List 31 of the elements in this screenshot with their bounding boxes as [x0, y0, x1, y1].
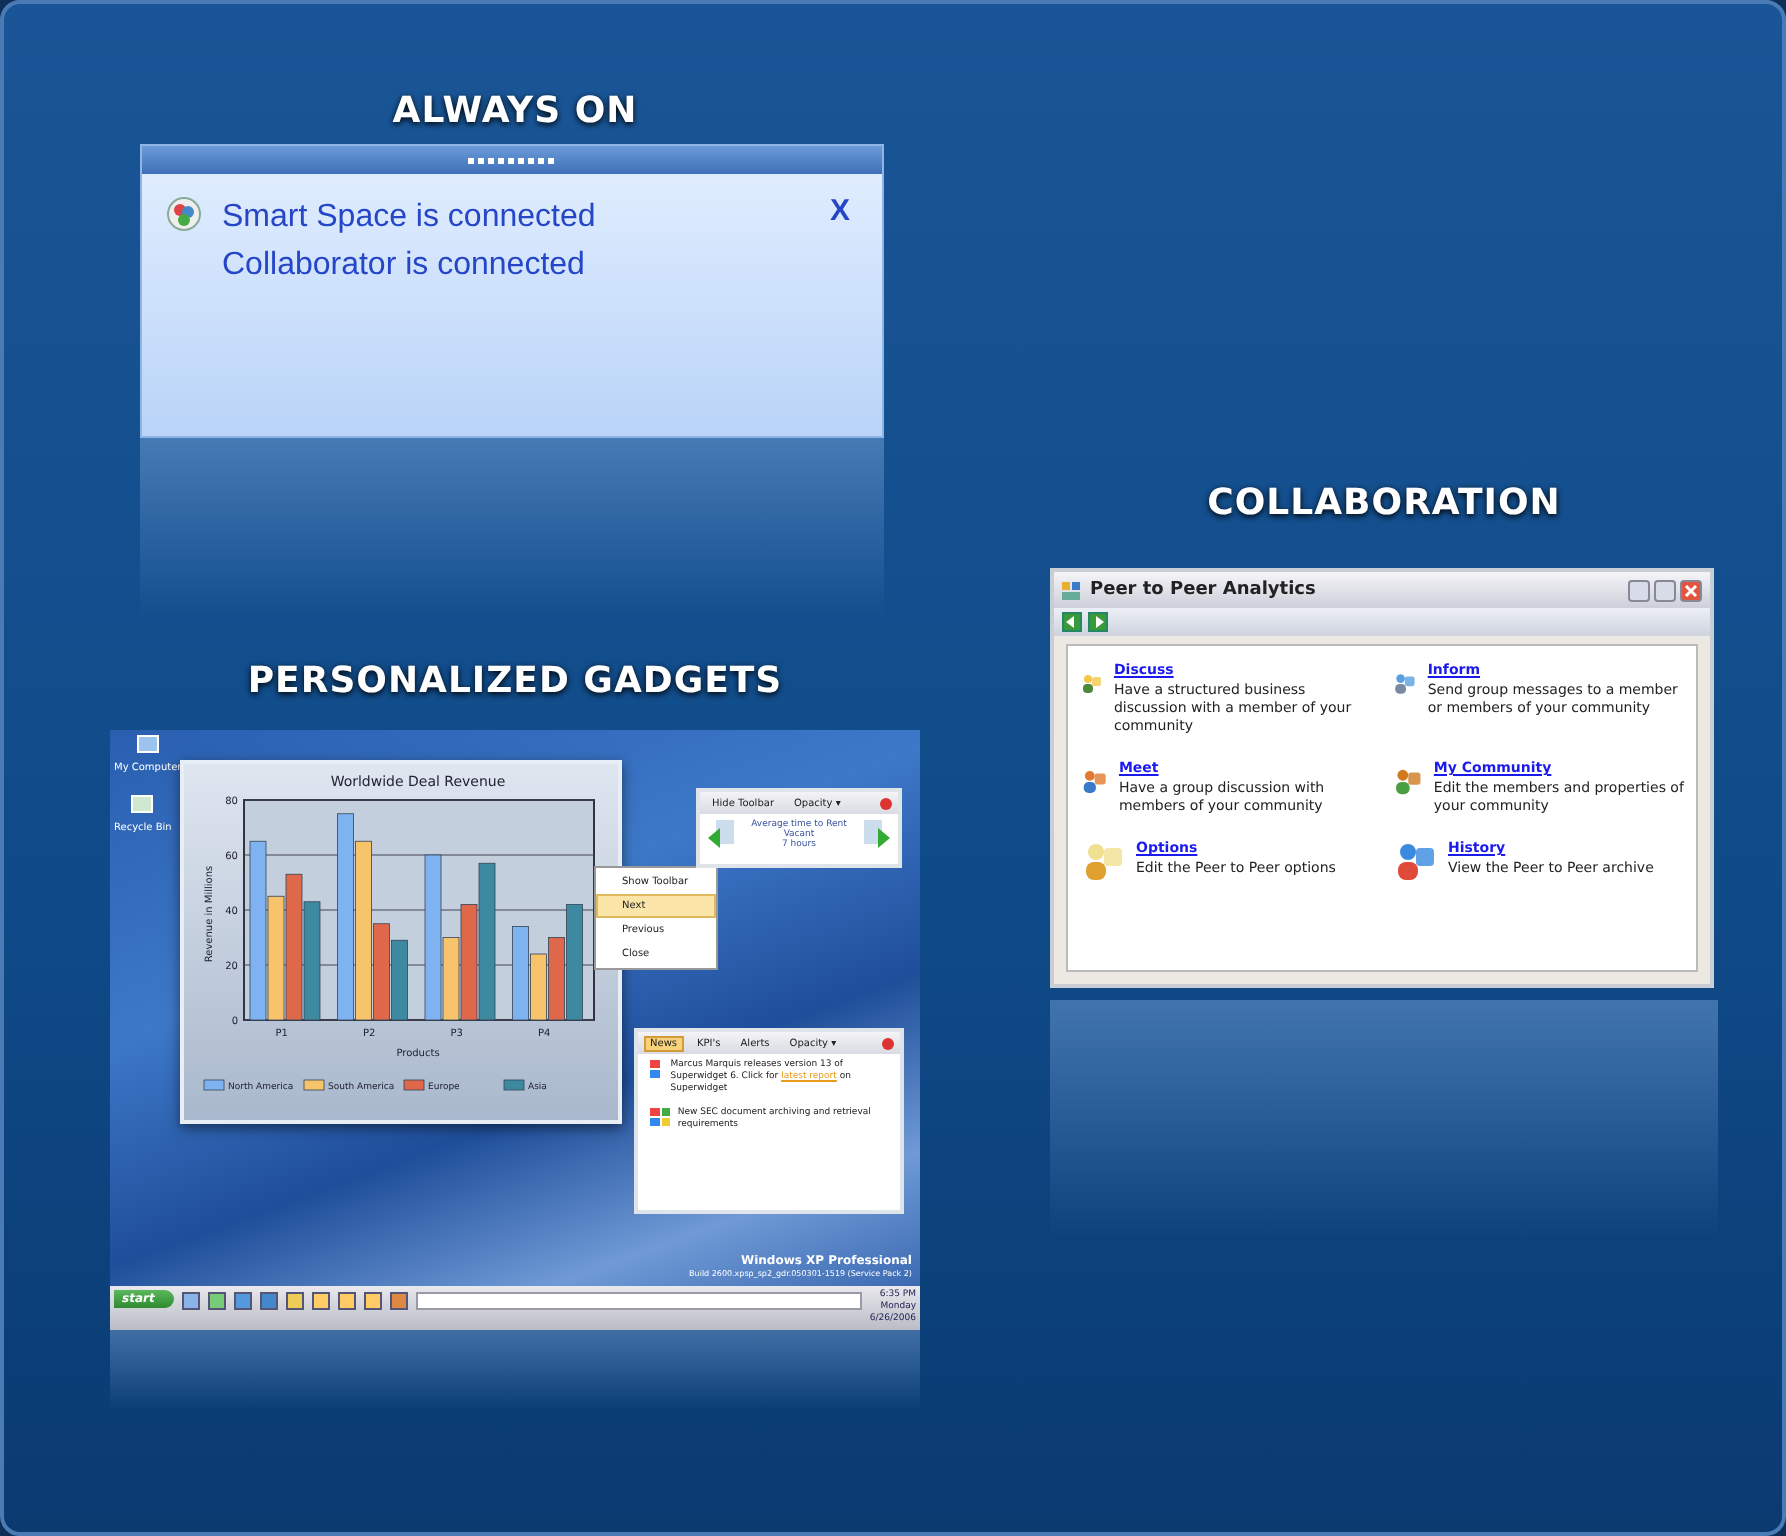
bar [566, 904, 583, 1021]
bar [460, 904, 478, 1021]
close-button[interactable] [1680, 579, 1702, 601]
section-heading: ALWAYS ON [392, 88, 638, 136]
maximize-button[interactable] [1654, 579, 1676, 601]
bar [303, 901, 321, 1021]
back-arrow-icon[interactable] [708, 818, 736, 850]
app-icon [1062, 581, 1082, 599]
close-icon[interactable] [882, 1037, 894, 1049]
status-message: Smart Space is connected [222, 198, 598, 238]
bar [391, 939, 408, 1021]
app-logo-icon [166, 194, 202, 234]
section-heading: PERSONALIZED GADGETS [247, 658, 783, 706]
close-button[interactable]: X [821, 194, 858, 228]
section-heading: COLLABORATION [1207, 480, 1561, 528]
back-button[interactable] [1062, 612, 1082, 632]
computer-icon[interactable] [135, 734, 160, 758]
bar [548, 937, 565, 1021]
bar [512, 926, 529, 1021]
flag-icon [650, 1108, 670, 1128]
status-message: Collaborator is connected [222, 246, 587, 286]
close-icon[interactable] [880, 797, 892, 809]
recycle-bin-icon[interactable] [130, 794, 155, 818]
minimize-button[interactable] [1628, 579, 1650, 601]
address-field[interactable] [416, 1292, 862, 1310]
forward-button[interactable] [1088, 612, 1108, 632]
forward-arrow-icon[interactable] [861, 818, 890, 850]
flag-icon [650, 1060, 663, 1080]
bar [530, 953, 547, 1021]
grip-icon [468, 157, 556, 163]
window-title: Peer to Peer Analytics [1090, 580, 1316, 600]
